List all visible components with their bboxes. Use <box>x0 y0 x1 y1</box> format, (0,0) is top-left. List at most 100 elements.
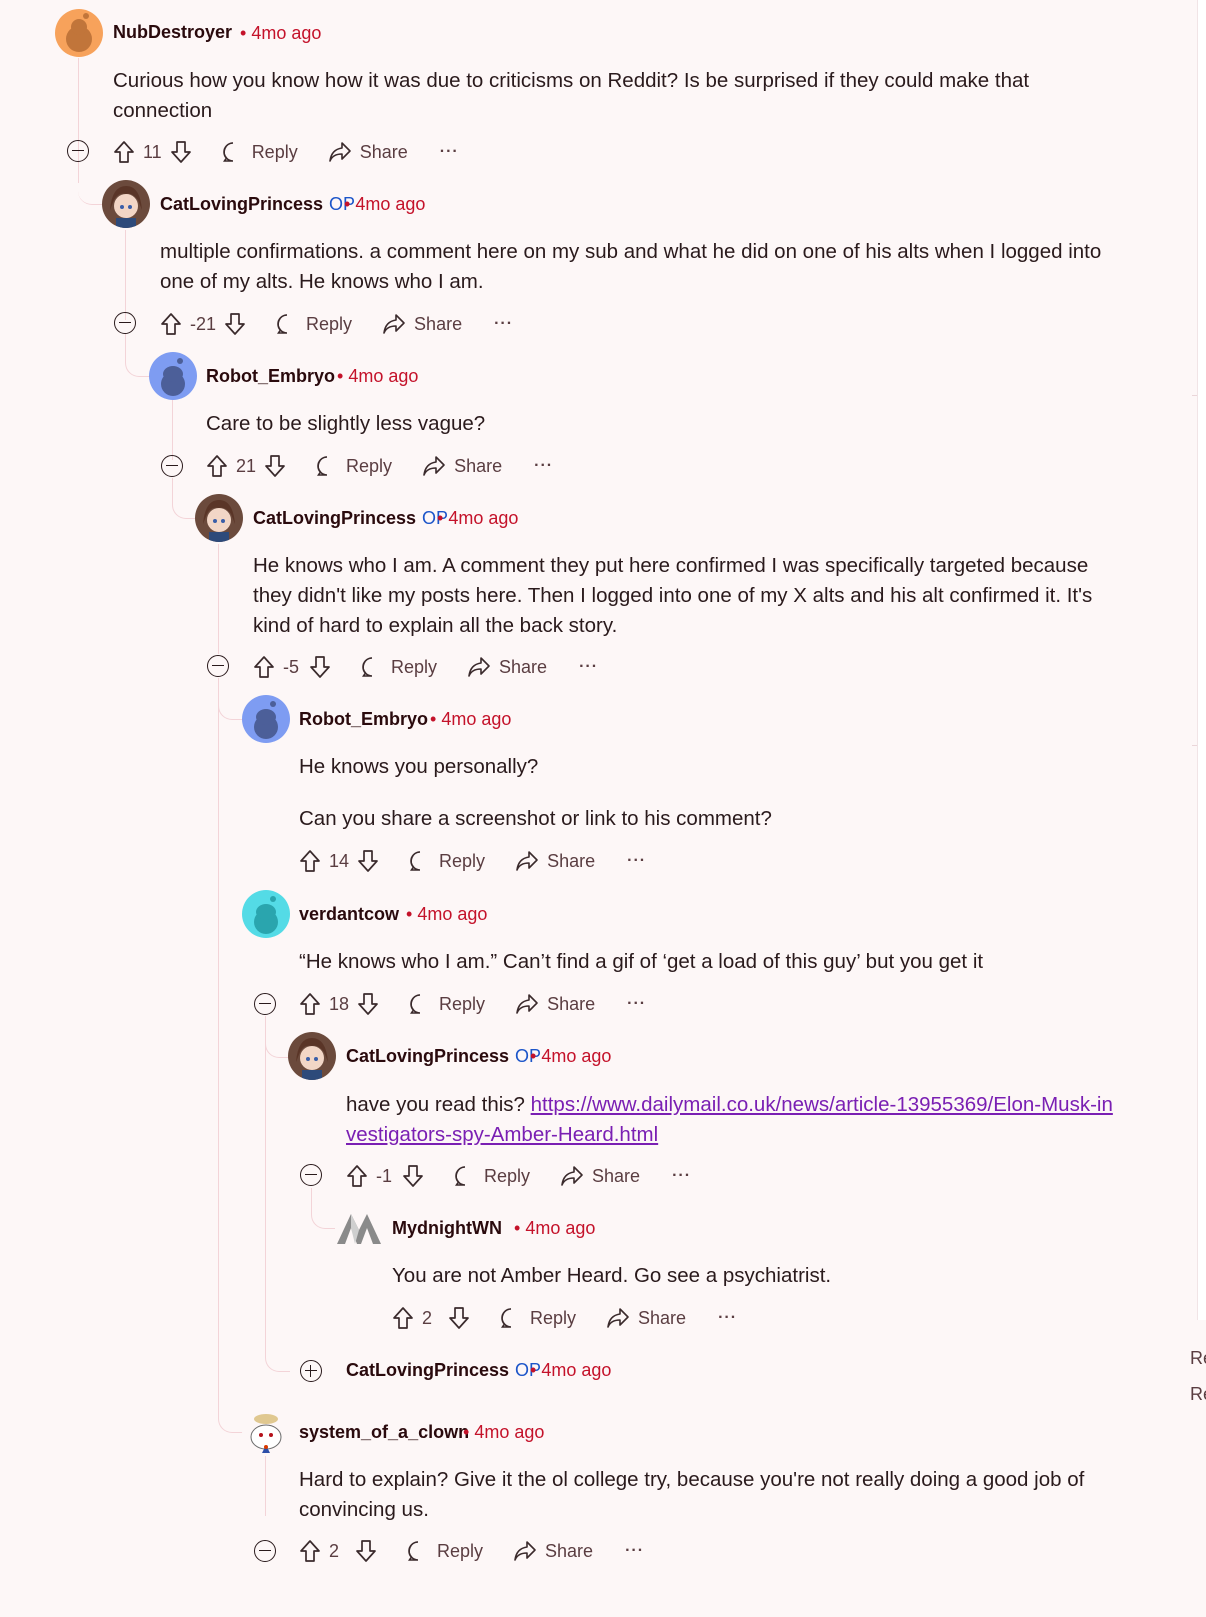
comment-actions: 21 Reply Share ··· <box>206 451 553 481</box>
username[interactable]: MydnightWN <box>392 1218 502 1239</box>
vote-score: 11 <box>143 141 162 162</box>
collapse-minus-icon[interactable] <box>300 1164 322 1186</box>
more-dots-icon[interactable]: ··· <box>534 457 553 475</box>
more-dots-icon[interactable]: ··· <box>625 1542 644 1560</box>
collapse-minus-icon[interactable] <box>207 655 229 677</box>
timestamp: • 4mo ago <box>437 508 519 528</box>
comment-body: He knows who I am. A comment they put he… <box>253 554 1093 637</box>
downvote-icon[interactable] <box>402 1164 424 1188</box>
share-button[interactable]: Share <box>328 141 408 163</box>
vote-score: 14 <box>329 850 350 871</box>
timestamp: • 4mo ago <box>430 709 512 729</box>
collapse-minus-icon[interactable] <box>67 140 89 162</box>
downvote-icon[interactable] <box>357 992 379 1016</box>
share-button[interactable]: Share <box>606 1307 686 1329</box>
reply-button[interactable]: Reply <box>454 1165 530 1187</box>
collapse-minus-icon[interactable] <box>161 455 183 477</box>
avatar[interactable] <box>242 695 290 743</box>
more-dots-icon[interactable]: ··· <box>718 1309 737 1327</box>
reply-button[interactable]: Reply <box>316 455 392 477</box>
downvote-icon[interactable] <box>264 454 286 478</box>
share-arrow-icon <box>468 657 490 677</box>
collapse-minus-icon[interactable] <box>114 312 136 334</box>
vote-score: 18 <box>329 993 350 1014</box>
comment-body: Hard to explain? Give it the ol college … <box>299 1468 1085 1521</box>
reply-bubble-icon <box>222 142 233 162</box>
username[interactable]: CatLovingPrincess OP <box>160 194 355 215</box>
reply-button[interactable]: Reply <box>407 1540 483 1562</box>
upvote-icon[interactable] <box>113 140 135 164</box>
upvote-icon[interactable] <box>206 454 228 478</box>
more-dots-icon[interactable]: ··· <box>672 1167 691 1185</box>
more-dots-icon[interactable]: ··· <box>440 143 459 161</box>
share-arrow-icon <box>561 1166 583 1186</box>
reply-button[interactable]: Reply <box>276 313 352 335</box>
timestamp: • 4mo ago <box>344 194 426 214</box>
avatar[interactable] <box>195 494 243 542</box>
username[interactable]: verdantcow <box>299 904 399 925</box>
share-button[interactable]: Share <box>513 1540 593 1562</box>
sidebar-edge-label[interactable]: Re <box>1190 1348 1206 1369</box>
username[interactable]: Robot_Embryo <box>299 709 428 730</box>
more-dots-icon[interactable]: ··· <box>627 995 646 1013</box>
snoo-clown-avatar-icon <box>242 1407 290 1455</box>
reply-button[interactable]: Reply <box>500 1307 576 1329</box>
more-dots-icon[interactable]: ··· <box>494 315 513 333</box>
downvote-icon[interactable] <box>448 1306 470 1330</box>
downvote-icon[interactable] <box>355 1539 377 1563</box>
share-arrow-icon <box>516 994 538 1014</box>
downvote-icon[interactable] <box>309 655 331 679</box>
share-button[interactable]: Share <box>467 656 547 678</box>
downvote-icon[interactable] <box>357 849 379 873</box>
upvote-icon[interactable] <box>392 1306 414 1330</box>
reply-button[interactable]: Reply <box>361 656 437 678</box>
share-button[interactable]: Share <box>560 1165 640 1187</box>
sidebar-edge-panel <box>1197 0 1206 1320</box>
username[interactable]: CatLovingPrincess OP <box>346 1046 541 1067</box>
upvote-icon[interactable] <box>299 992 321 1016</box>
comment-body: He knows you personally? Can you share a… <box>299 755 772 830</box>
upvote-icon[interactable] <box>160 312 182 336</box>
comment-actions: -21 Reply Share ··· <box>160 309 513 339</box>
share-arrow-icon <box>328 142 351 162</box>
avatar[interactable] <box>149 352 197 400</box>
reply-bubble-icon <box>408 1541 419 1561</box>
reply-bubble-icon <box>317 456 328 476</box>
timestamp: • 4mo ago <box>337 366 419 386</box>
avatar[interactable] <box>55 9 103 57</box>
more-dots-icon[interactable]: ··· <box>627 852 646 870</box>
username[interactable]: CatLovingPrincess OP <box>253 508 448 529</box>
share-button[interactable]: Share <box>382 313 462 335</box>
avatar[interactable] <box>242 1407 290 1455</box>
upvote-icon[interactable] <box>299 1539 321 1563</box>
more-dots-icon[interactable]: ··· <box>579 658 598 676</box>
downvote-icon[interactable] <box>224 312 246 336</box>
share-arrow-icon <box>423 456 445 476</box>
reply-button[interactable]: Reply <box>222 141 298 163</box>
share-button[interactable]: Share <box>422 455 502 477</box>
username[interactable]: Robot_Embryo <box>206 366 335 387</box>
avatar[interactable] <box>102 180 150 228</box>
username[interactable]: NubDestroyer <box>113 22 232 43</box>
avatar[interactable] <box>242 890 290 938</box>
upvote-icon[interactable] <box>346 1164 368 1188</box>
username[interactable]: system_of_a_clown <box>299 1422 469 1443</box>
share-button[interactable]: Share <box>515 850 595 872</box>
snoo-avatar-icon <box>55 9 103 57</box>
expand-plus-icon[interactable] <box>300 1360 322 1382</box>
comment-actions: 2 Reply Share ··· <box>392 1303 737 1333</box>
sidebar-edge-label[interactable]: Re <box>1190 1384 1206 1405</box>
avatar[interactable] <box>288 1032 336 1080</box>
downvote-icon[interactable] <box>170 140 192 164</box>
collapse-minus-icon[interactable] <box>254 993 276 1015</box>
share-button[interactable]: Share <box>515 993 595 1015</box>
reply-button[interactable]: Reply <box>409 993 485 1015</box>
share-arrow-icon <box>516 851 538 871</box>
username[interactable]: CatLovingPrincess OP <box>346 1360 541 1381</box>
vote-score: -21 <box>190 313 217 334</box>
collapse-minus-icon[interactable] <box>254 1540 276 1562</box>
upvote-icon[interactable] <box>299 849 321 873</box>
avatar[interactable] <box>335 1204 383 1252</box>
upvote-icon[interactable] <box>253 655 275 679</box>
reply-button[interactable]: Reply <box>409 850 485 872</box>
